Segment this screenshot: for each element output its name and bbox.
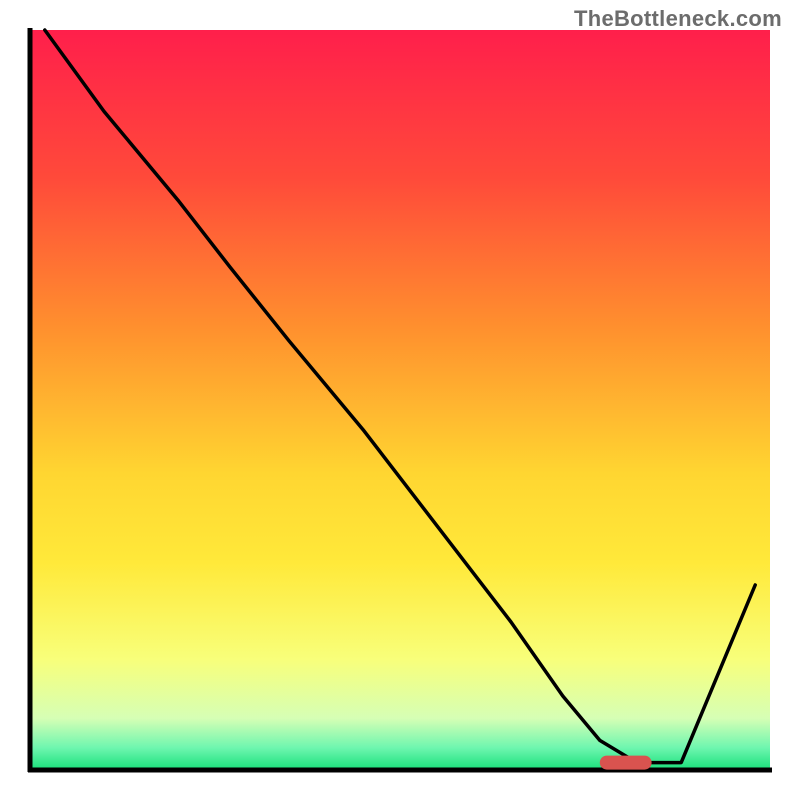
optimum-marker — [600, 756, 652, 770]
attribution-watermark: TheBottleneck.com — [574, 6, 782, 32]
gradient-background — [30, 30, 770, 770]
bottleneck-chart: TheBottleneck.com — [0, 0, 800, 800]
chart-svg — [0, 0, 800, 800]
